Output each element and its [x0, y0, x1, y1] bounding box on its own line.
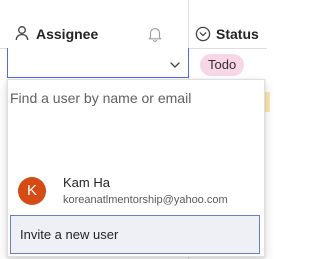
chevron-down-icon[interactable]: [169, 58, 181, 70]
avatar: K: [18, 177, 46, 205]
assignee-cell-editor[interactable]: [7, 48, 189, 78]
column-header-assignee[interactable]: Assignee: [36, 25, 98, 43]
status-circle-chevron-icon: [195, 26, 211, 42]
bell-icon[interactable]: [147, 26, 163, 42]
user-name: Kam Ha: [63, 175, 110, 190]
user-email: koreanatlmentorship@yahoo.com: [63, 194, 228, 206]
status-badge[interactable]: Todo: [200, 54, 245, 76]
person-icon: [14, 25, 30, 41]
user-option[interactable]: K Kam Ha koreanatlmentorship@yahoo.com: [8, 168, 264, 212]
invite-new-user-button[interactable]: Invite a new user: [10, 215, 260, 254]
user-search-input[interactable]: [10, 86, 250, 110]
column-header-status[interactable]: Status: [216, 25, 259, 43]
